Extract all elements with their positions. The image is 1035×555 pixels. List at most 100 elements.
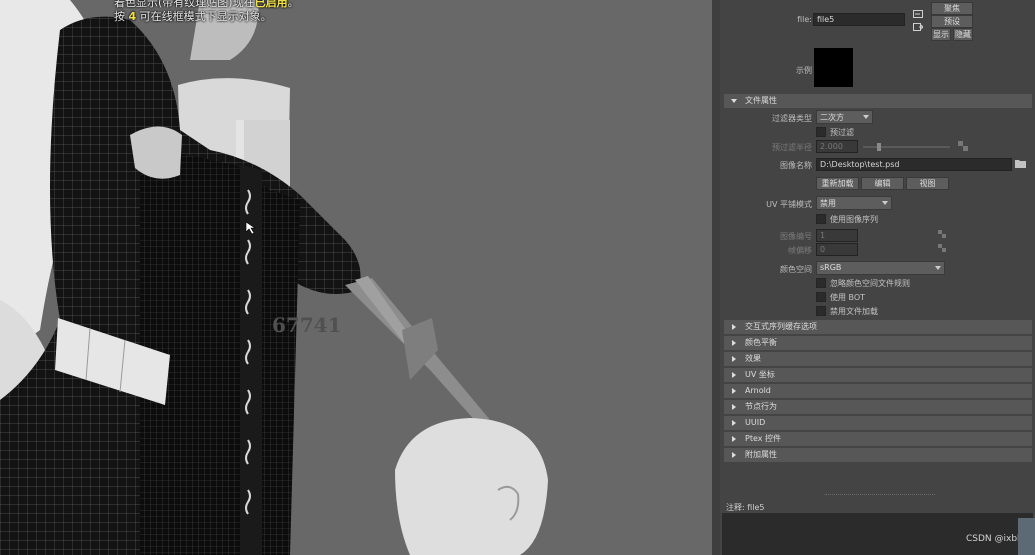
checkbox-box[interactable] [816,127,826,137]
collapse-triangle-icon [732,324,736,330]
color-space-dropdown[interactable]: sRGB [816,261,945,275]
hud-line2-c: 可在线框模式下显示对象。 [136,10,272,23]
hide-button[interactable]: 隐藏 [953,28,973,41]
frame-offset-label: 帧偏移 [788,246,812,255]
collapse-triangle-icon [732,388,736,394]
focus-button[interactable]: 聚焦 [931,2,973,15]
chevron-down-icon [863,115,869,119]
prefilter-radius-field[interactable]: 2.000 [816,140,858,153]
section-extra-attributes[interactable]: 附加属性 [724,448,1032,462]
attribute-editor: file: file5 聚焦 预设 显示 隐藏 示例 文件属性 过滤器类型 二次… [720,0,1035,555]
collapse-triangle-icon [732,452,736,458]
image-name-label: 图像名称 [780,161,812,170]
section-uuid[interactable]: UUID [724,416,1032,430]
file-name-label: file: [797,15,812,24]
uv-tiling-dropdown[interactable]: 禁用 [816,196,892,210]
image-name-field[interactable]: D:\Desktop\test.psd [816,158,1012,171]
panel-splitter[interactable] [712,0,720,555]
checkbox-box[interactable] [816,214,826,224]
section-ptex-controls[interactable]: Ptex 控件 [724,432,1032,446]
section-color-balance[interactable]: 颜色平衡 [724,336,1032,350]
ignore-color-space-rules-checkbox[interactable]: 忽略颜色空间文件规则 [816,277,910,289]
viewport-scene [0,0,712,555]
folder-icon[interactable] [1015,159,1027,169]
chevron-down-icon [882,201,888,205]
checkbox-box[interactable] [816,306,826,316]
hud-line1-enabled: 已启用 [254,0,288,9]
section-label: Ptex 控件 [745,434,782,443]
edit-button[interactable]: 编辑 [861,177,904,190]
map-checker-icon[interactable] [958,141,968,151]
sample-label: 示例 [796,66,812,75]
notes-splitter[interactable] [825,494,935,496]
hud-line1-c: 。 [287,0,299,9]
disable-file-load-checkbox[interactable]: 禁用文件加载 [816,305,878,317]
collapse-triangle-icon [732,372,736,378]
output-connection-icon[interactable] [913,23,924,31]
section-node-behavior[interactable]: 节点行为 [724,400,1032,414]
use-bot-label: 使用 BOT [830,292,866,302]
section-label: 交互式序列缓存选项 [745,322,817,331]
section-label: 颜色平衡 [745,338,777,347]
hud-line1-a: 着色显示(带有纹理贴图)现在 [114,0,255,9]
3d-viewport[interactable]: 着色显示(带有纹理贴图)现在已启用。 按 4 可在线框模式下显示对象。 6774… [0,0,712,555]
collapse-triangle-icon [732,340,736,346]
section-label: Arnold [745,386,771,395]
reload-button[interactable]: 重新加载 [816,177,859,190]
show-button[interactable]: 显示 [931,28,951,41]
input-connection-icon[interactable] [913,10,923,18]
prefilter-radius-slider-knob[interactable] [877,143,881,151]
notes-header: 注释: file5 [726,502,765,513]
section-interactive-sequence-caching[interactable]: 交互式序列缓存选项 [724,320,1032,334]
sample-swatch [814,48,853,87]
map-checker-icon[interactable] [938,244,946,252]
section-effects[interactable]: 效果 [724,352,1032,366]
viewport-watermark: 67741 [272,313,342,337]
map-checker-icon[interactable] [938,230,946,238]
expand-triangle-icon [731,99,737,103]
collapse-triangle-icon [732,356,736,362]
ignore-color-space-rules-label: 忽略颜色空间文件规则 [830,278,910,288]
section-uv-coordinates[interactable]: UV 坐标 [724,368,1032,382]
section-label: UV 坐标 [745,370,775,379]
frame-offset-field[interactable]: 0 [816,243,858,256]
section-label: 节点行为 [745,402,777,411]
file-name-field[interactable]: file5 [813,13,905,26]
prefilter-label: 预过滤 [830,127,854,137]
filter-type-dropdown[interactable]: 二次方 [816,110,873,124]
corner-badge [1018,518,1035,555]
filter-type-value: 二次方 [820,113,844,122]
hud-line2-key: 4 [128,10,137,23]
collapse-triangle-icon [732,404,736,410]
notes-label: 注释: [726,503,745,512]
section-arnold[interactable]: Arnold [724,384,1032,398]
notes-node-name: file5 [747,503,765,512]
image-number-field[interactable]: 1 [816,229,858,242]
image-number-label: 图像编号 [780,232,812,241]
color-space-value: sRGB [820,263,842,272]
prefilter-checkbox[interactable]: 预过滤 [816,126,854,138]
collapse-triangle-icon [732,420,736,426]
uv-tiling-label: UV 平铺模式 [766,200,812,209]
color-space-label: 颜色空间 [780,265,812,274]
section-label: 附加属性 [745,450,777,459]
use-image-sequence-label: 使用图像序列 [830,214,878,224]
section-file-attributes-label: 文件属性 [745,96,777,105]
section-label: 效果 [745,354,761,363]
uv-tiling-value: 禁用 [820,199,836,208]
preset-button[interactable]: 预设 [931,15,973,28]
prefilter-radius-label: 预过滤半径 [772,143,812,152]
section-label: UUID [745,418,766,427]
collapse-triangle-icon [732,436,736,442]
use-image-sequence-checkbox[interactable]: 使用图像序列 [816,213,878,225]
view-button[interactable]: 视图 [906,177,949,190]
disable-file-load-label: 禁用文件加载 [830,306,878,316]
checkbox-box[interactable] [816,292,826,302]
use-bot-checkbox[interactable]: 使用 BOT [816,291,865,303]
section-file-attributes[interactable]: 文件属性 [724,94,1032,108]
filter-type-label: 过滤器类型 [772,114,812,123]
credit-watermark: CSDN @ixbb [966,534,1023,544]
chevron-down-icon [935,266,941,270]
viewport-hud-message: 着色显示(带有纹理贴图)现在已启用。 按 4 可在线框模式下显示对象。 [114,0,299,24]
checkbox-box[interactable] [816,278,826,288]
